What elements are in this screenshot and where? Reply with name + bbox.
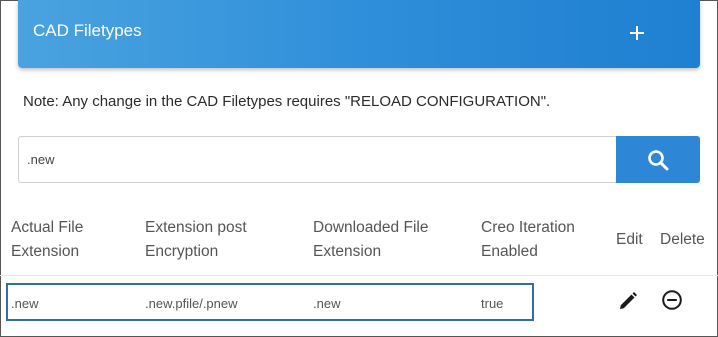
col-header-creo-iteration: Creo Iteration Enabled: [481, 219, 575, 260]
cell-post-encryption: .new.pfile/.pnew: [145, 296, 238, 311]
minus-circle-icon: [662, 290, 682, 310]
col-header-downloaded-extension: Downloaded File Extension: [313, 219, 429, 260]
cell-creo-iteration: true: [481, 296, 504, 311]
panel-header: CAD Filetypes: [18, 0, 700, 68]
reload-note: Note: Any change in the CAD Filetypes re…: [23, 93, 551, 110]
cell-downloaded-extension: .new: [313, 296, 341, 311]
delete-button[interactable]: [661, 289, 683, 311]
col-header-actual-extension: Actual File Extension: [11, 219, 84, 260]
search-button[interactable]: [616, 136, 700, 183]
cell-actual-extension: .new: [11, 296, 39, 311]
edit-button[interactable]: [617, 290, 639, 312]
col-header-delete: Delete: [660, 231, 705, 248]
col-header-edit: Edit: [616, 231, 643, 248]
search-icon: [648, 149, 669, 170]
plus-icon: [630, 26, 644, 40]
table-row-selection: [6, 283, 534, 321]
pencil-icon: [620, 292, 637, 309]
panel-title: CAD Filetypes: [33, 21, 142, 40]
search-input[interactable]: [18, 136, 616, 183]
table-header-divider: [0, 275, 718, 276]
add-filetype-button[interactable]: [622, 18, 652, 48]
col-header-post-encryption: Extension post Encryption: [145, 219, 247, 260]
